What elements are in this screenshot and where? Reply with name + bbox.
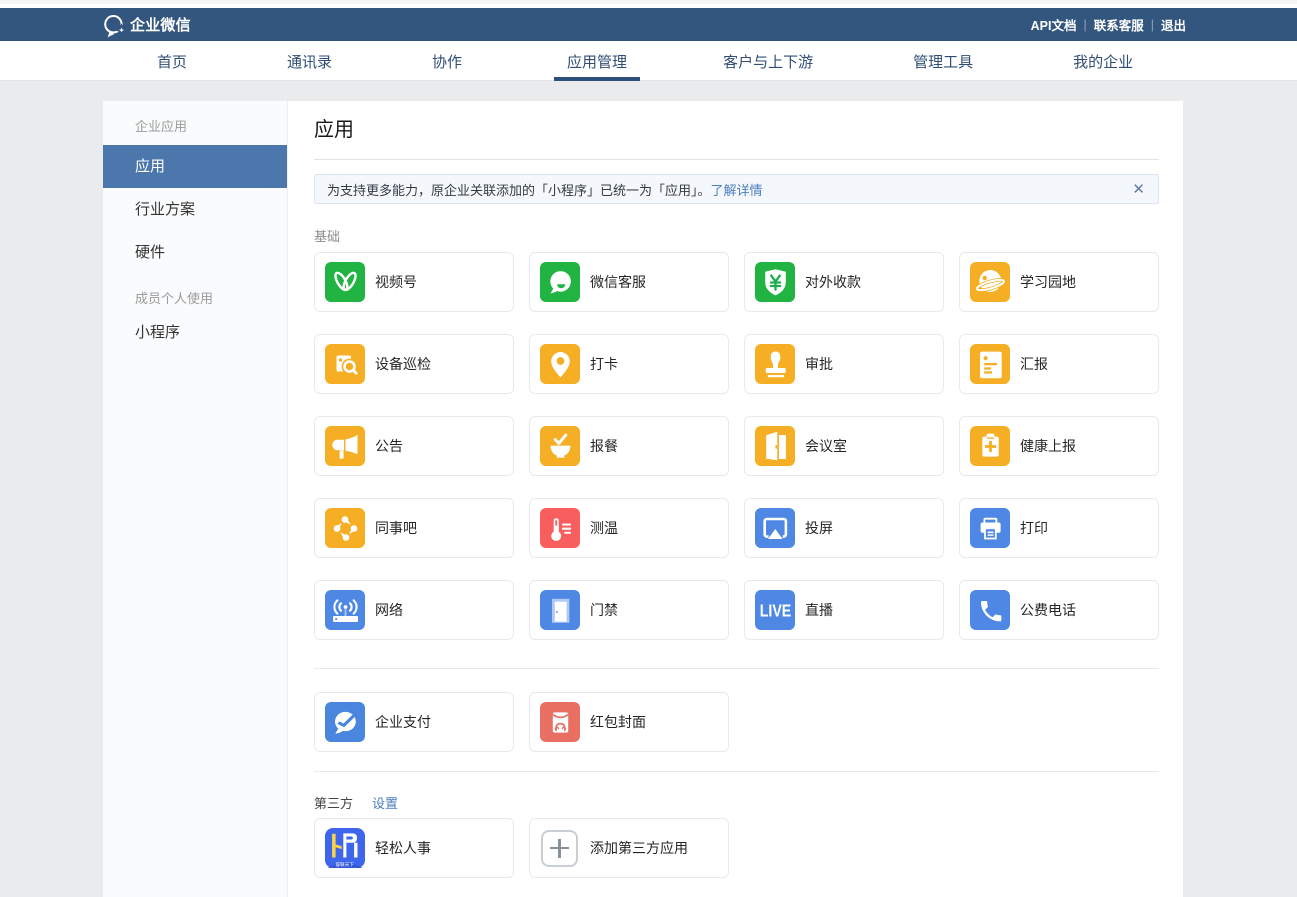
svg-text:容联天下: 容联天下 — [336, 861, 355, 868]
svg-text:LIVE: LIVE — [760, 600, 792, 620]
